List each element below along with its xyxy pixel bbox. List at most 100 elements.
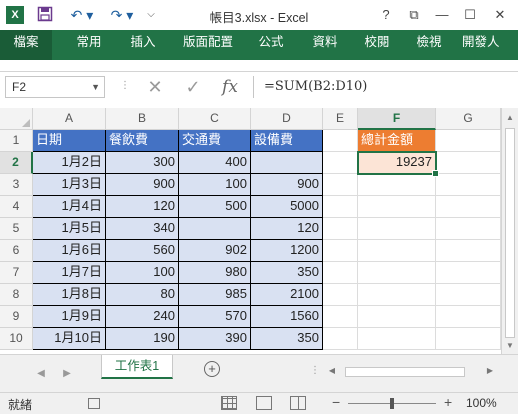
cell-c3[interactable]: 100 xyxy=(179,174,251,196)
column-header-c[interactable]: C xyxy=(179,108,251,130)
cancel-icon[interactable]: ✕ xyxy=(142,76,168,98)
enter-icon[interactable]: ✓ xyxy=(180,76,206,98)
tab-data[interactable]: 資料 xyxy=(304,30,346,60)
grid-cell[interactable] xyxy=(323,306,358,328)
grid-cell[interactable] xyxy=(358,262,436,284)
sheet-tab-1[interactable]: 工作表1 xyxy=(101,355,173,379)
tab-view[interactable]: 檢視 xyxy=(408,30,450,60)
grid-cell[interactable] xyxy=(323,152,358,174)
vertical-scrollbar[interactable]: ▲ ▼ xyxy=(501,108,518,354)
grid-cell[interactable] xyxy=(358,306,436,328)
worksheet-grid[interactable]: A B C D E F G 1 2 3 4 5 6 7 8 9 10 日期 餐飲… xyxy=(0,108,518,354)
row-header-9[interactable]: 9 xyxy=(0,306,33,328)
column-header-a[interactable]: A xyxy=(33,108,106,130)
scroll-right-icon[interactable]: ▶ xyxy=(483,364,497,378)
cell-b6[interactable]: 560 xyxy=(106,240,179,262)
vertical-scroll-thumb[interactable] xyxy=(505,128,515,338)
grid-cell[interactable] xyxy=(323,130,358,152)
row-header-10[interactable]: 10 xyxy=(0,328,33,350)
scroll-down-icon[interactable]: ▼ xyxy=(502,338,518,354)
grid-cell[interactable] xyxy=(358,284,436,306)
grid-cell[interactable] xyxy=(436,284,501,306)
maximize-button[interactable]: ☐ xyxy=(460,5,480,25)
cell-a6[interactable]: 1月6日 xyxy=(33,240,106,262)
scroll-up-icon[interactable]: ▲ xyxy=(502,110,518,126)
cell-b10[interactable]: 190 xyxy=(106,328,179,350)
horizontal-scrollbar[interactable]: ◀ ▶ xyxy=(323,363,518,380)
grid-cell[interactable] xyxy=(323,174,358,196)
name-box[interactable]: F2 ▼ xyxy=(5,76,105,98)
cell-b3[interactable]: 900 xyxy=(106,174,179,196)
cell-c1[interactable]: 交通費 xyxy=(179,130,251,152)
cell-c6[interactable]: 902 xyxy=(179,240,251,262)
sheet-next-icon[interactable]: ▶ xyxy=(60,367,74,381)
tab-review[interactable]: 校閱 xyxy=(356,30,398,60)
tab-insert[interactable]: 插入 xyxy=(122,30,164,60)
grid-cell[interactable] xyxy=(436,306,501,328)
cell-a4[interactable]: 1月4日 xyxy=(33,196,106,218)
row-header-1[interactable]: 1 xyxy=(0,130,33,152)
cell-a7[interactable]: 1月7日 xyxy=(33,262,106,284)
cell-c2[interactable]: 400 xyxy=(179,152,251,174)
zoom-slider-thumb[interactable] xyxy=(390,398,394,409)
cell-d4[interactable]: 5000 xyxy=(251,196,323,218)
cell-a5[interactable]: 1月5日 xyxy=(33,218,106,240)
grid-cell[interactable] xyxy=(358,240,436,262)
row-header-6[interactable]: 6 xyxy=(0,240,33,262)
column-header-b[interactable]: B xyxy=(106,108,179,130)
divider-handle[interactable]: ⋮ xyxy=(120,80,130,94)
zoom-out-button[interactable]: − xyxy=(332,394,340,410)
grid-cell[interactable] xyxy=(436,130,501,152)
cell-b5[interactable]: 340 xyxy=(106,218,179,240)
page-layout-view-icon[interactable] xyxy=(256,396,272,410)
cell-d5[interactable]: 120 xyxy=(251,218,323,240)
grid-cell[interactable] xyxy=(358,174,436,196)
cell-c9[interactable]: 570 xyxy=(179,306,251,328)
grid-cell[interactable] xyxy=(323,262,358,284)
cell-d2[interactable] xyxy=(251,152,323,174)
cell-d10[interactable]: 350 xyxy=(251,328,323,350)
sheet-prev-icon[interactable]: ◀ xyxy=(34,367,48,381)
row-header-7[interactable]: 7 xyxy=(0,262,33,284)
cell-c5[interactable] xyxy=(179,218,251,240)
column-header-e[interactable]: E xyxy=(323,108,358,130)
insert-function-icon[interactable]: fx xyxy=(216,76,244,98)
grid-cell[interactable] xyxy=(323,240,358,262)
grid-cell[interactable] xyxy=(323,328,358,350)
cell-b9[interactable]: 240 xyxy=(106,306,179,328)
grid-cell[interactable] xyxy=(436,218,501,240)
row-header-2[interactable]: 2 xyxy=(0,152,33,174)
cell-a3[interactable]: 1月3日 xyxy=(33,174,106,196)
grid-cell[interactable] xyxy=(436,328,501,350)
grid-cell[interactable] xyxy=(436,196,501,218)
zoom-level[interactable]: 100% xyxy=(466,396,497,410)
grid-cell[interactable] xyxy=(358,328,436,350)
cell-d8[interactable]: 2100 xyxy=(251,284,323,306)
ribbon-display-options-icon[interactable]: ⧉ xyxy=(404,5,424,25)
grid-cell[interactable] xyxy=(323,284,358,306)
cell-a1[interactable]: 日期 xyxy=(33,130,106,152)
page-break-view-icon[interactable] xyxy=(290,396,306,410)
macro-record-icon[interactable] xyxy=(88,398,100,409)
tab-formulas[interactable]: 公式 xyxy=(250,30,292,60)
cell-a2[interactable]: 1月2日 xyxy=(33,152,106,174)
row-header-3[interactable]: 3 xyxy=(0,174,33,196)
cell-a8[interactable]: 1月8日 xyxy=(33,284,106,306)
column-header-d[interactable]: D xyxy=(251,108,323,130)
row-header-8[interactable]: 8 xyxy=(0,284,33,306)
tab-developer[interactable]: 開發人 xyxy=(462,30,518,60)
close-button[interactable]: ✕ xyxy=(490,5,510,25)
scroll-left-icon[interactable]: ◀ xyxy=(325,364,339,378)
column-header-f[interactable]: F xyxy=(358,108,436,130)
row-header-4[interactable]: 4 xyxy=(0,196,33,218)
tab-split-handle[interactable]: ⋮ xyxy=(310,365,320,376)
select-all-corner[interactable] xyxy=(0,108,33,130)
minimize-button[interactable]: — xyxy=(432,5,452,25)
cell-d1[interactable]: 設備費 xyxy=(251,130,323,152)
grid-cell[interactable] xyxy=(358,218,436,240)
cell-b8[interactable]: 80 xyxy=(106,284,179,306)
active-cell-selection[interactable] xyxy=(357,151,439,177)
chevron-down-icon[interactable]: ▼ xyxy=(91,77,100,97)
column-header-g[interactable]: G xyxy=(436,108,501,130)
grid-cell[interactable] xyxy=(323,196,358,218)
